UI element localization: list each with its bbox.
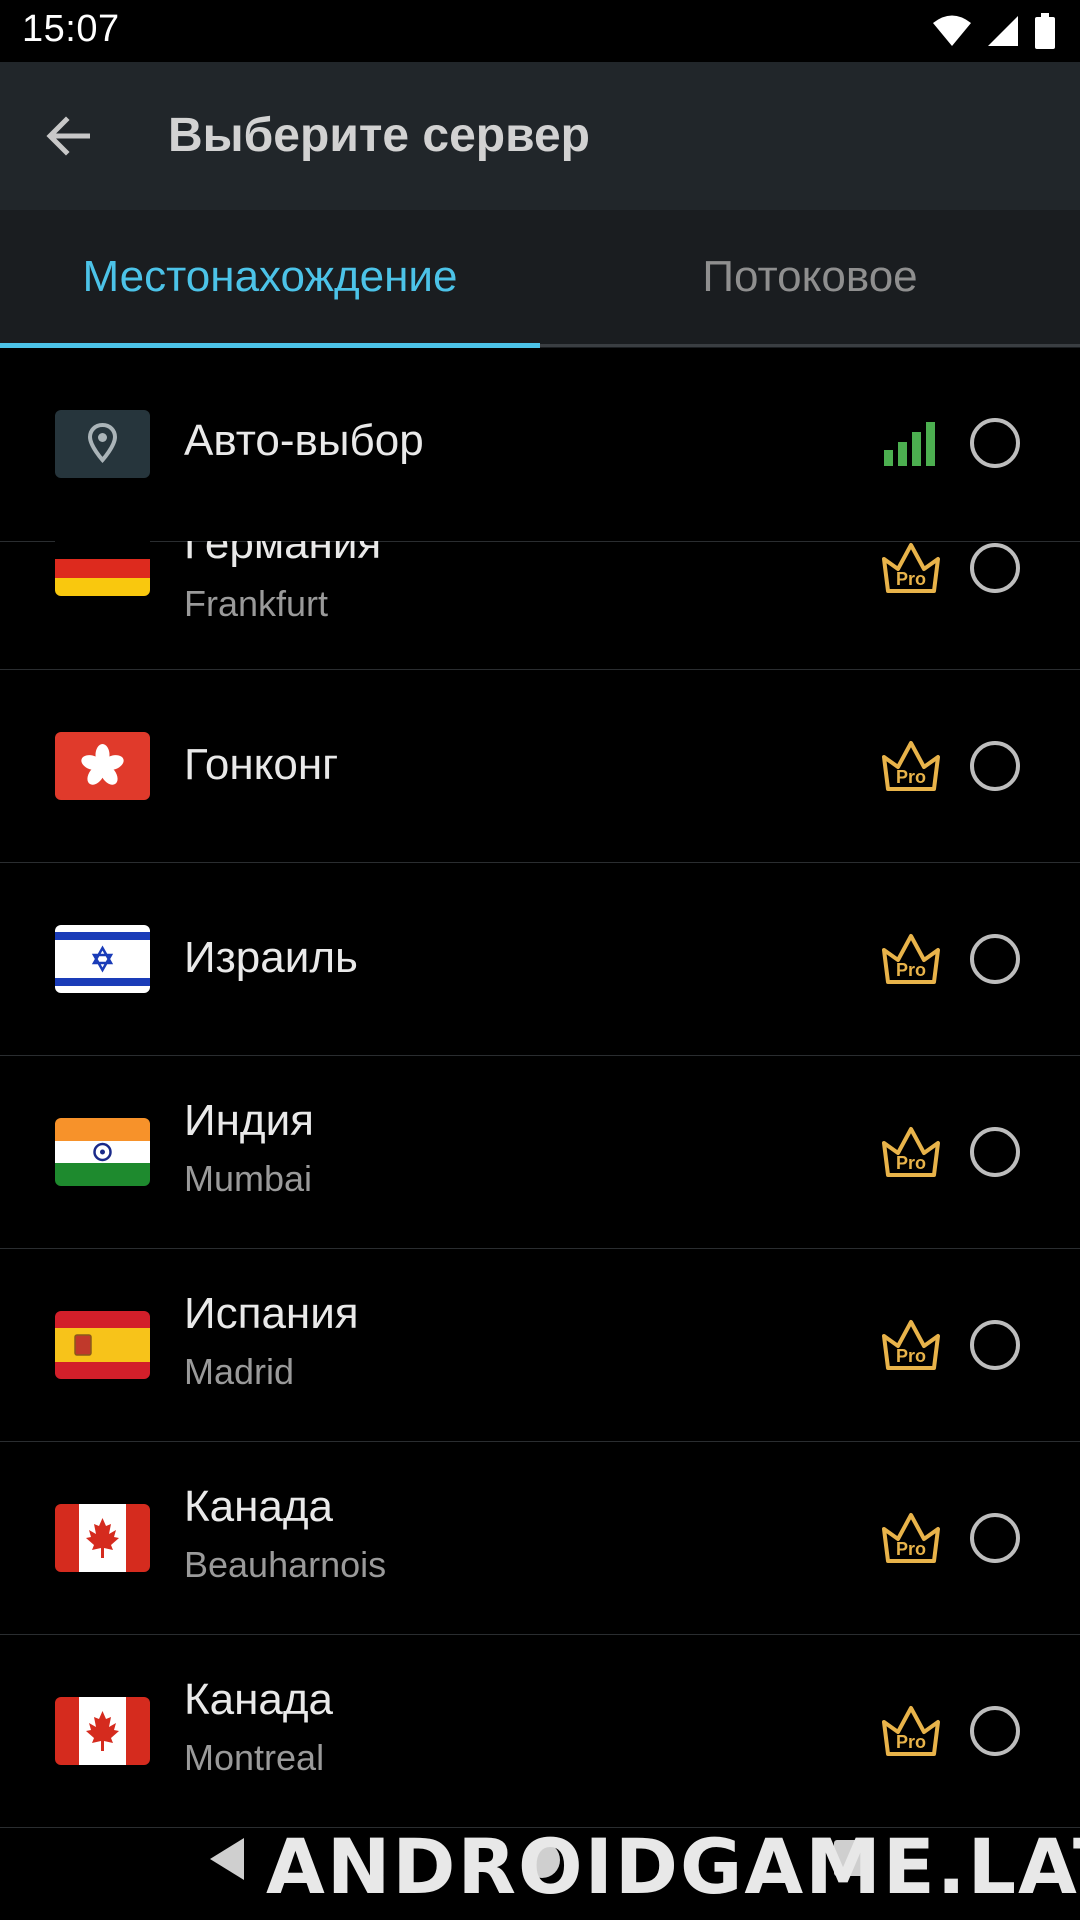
status-bar: 15:07 [0, 0, 1080, 62]
radio-button[interactable] [970, 418, 1020, 468]
status-icons [932, 12, 1056, 50]
status-time: 15:07 [22, 8, 120, 50]
india-flag-icon [55, 1118, 150, 1186]
israel-flag-icon [55, 925, 150, 993]
radio-button[interactable] [970, 934, 1020, 984]
tab-bar: Местонахождение Потоковое [0, 210, 1080, 348]
canada-flag-icon [55, 1697, 150, 1765]
wifi-icon [933, 15, 971, 46]
radio-button[interactable] [970, 1706, 1020, 1756]
list-item-canada-beauharnois[interactable]: Канада Beauharnois Pro [0, 1442, 1080, 1635]
auto-select-label: Авто-выбор [184, 416, 424, 465]
cell-signal-icon [988, 16, 1018, 46]
list-item-spain[interactable]: Испания Madrid Pro [0, 1249, 1080, 1442]
svg-text:Pro: Pro [896, 767, 926, 787]
location-pin-icon [55, 410, 150, 478]
pro-crown-icon: Pro [882, 934, 940, 984]
list-item-hong-kong[interactable]: Гонконг Pro [0, 670, 1080, 863]
spain-flag-icon [55, 1311, 150, 1379]
pro-crown-icon: Pro [882, 1127, 940, 1177]
server-list[interactable]: Авто-выбор Германия Frankfurt Pro Гонкон… [0, 348, 1080, 1920]
server-country: Гонконг [184, 740, 339, 789]
server-country: Израиль [184, 933, 358, 982]
server-city: Mumbai [184, 1158, 313, 1199]
svg-text:Pro: Pro [896, 1346, 926, 1366]
radio-button[interactable] [970, 543, 1020, 593]
list-item-auto-select[interactable]: Авто-выбор [0, 348, 1080, 542]
tab-location[interactable]: Местонахождение [0, 210, 540, 344]
tab-divider [540, 344, 1080, 347]
list-item-germany[interactable]: Германия Frankfurt Pro [0, 541, 1080, 670]
radio-button[interactable] [970, 1320, 1020, 1370]
list-item-canada-montreal[interactable]: Канада Montreal Pro [0, 1635, 1080, 1828]
server-country: Канада [184, 1675, 334, 1724]
radio-button[interactable] [970, 741, 1020, 791]
arrow-back-icon [46, 116, 90, 156]
canada-flag-icon [55, 1504, 150, 1572]
nav-back-icon[interactable] [206, 1836, 246, 1882]
list-item-india[interactable]: Индия Mumbai Pro [0, 1056, 1080, 1249]
radio-button[interactable] [970, 1127, 1020, 1177]
server-country: Индия [184, 1096, 315, 1145]
page-title: Выберите сервер [168, 109, 590, 162]
server-city: Frankfurt [184, 583, 329, 624]
pro-crown-icon: Pro [882, 741, 940, 791]
svg-text:Pro: Pro [896, 1732, 926, 1752]
watermark-text: ANDROIDGAME.LAT [266, 1822, 1080, 1911]
hong-kong-flag-icon [55, 732, 150, 800]
pro-crown-icon: Pro [882, 543, 940, 593]
battery-icon [1035, 13, 1055, 49]
pro-crown-icon: Pro [882, 1706, 940, 1756]
server-country: Канада [184, 1482, 334, 1531]
app-bar: Выберите сервер [0, 62, 1080, 210]
pro-crown-icon: Pro [882, 1513, 940, 1563]
pro-crown-icon: Pro [882, 1320, 940, 1370]
tab-streaming[interactable]: Потоковое [540, 210, 1080, 344]
server-country: Испания [184, 1289, 359, 1338]
svg-text:Pro: Pro [896, 1153, 926, 1173]
server-city: Beauharnois [184, 1544, 387, 1585]
server-city: Montreal [184, 1737, 325, 1778]
server-city: Madrid [184, 1351, 295, 1392]
svg-text:Pro: Pro [896, 1539, 926, 1559]
germany-flag-icon [55, 541, 150, 596]
list-item-israel[interactable]: Израиль Pro [0, 863, 1080, 1056]
svg-text:Pro: Pro [896, 960, 926, 980]
back-button[interactable] [34, 102, 102, 170]
signal-strength-icon [884, 422, 935, 466]
radio-button[interactable] [970, 1513, 1020, 1563]
svg-text:Pro: Pro [896, 569, 926, 589]
